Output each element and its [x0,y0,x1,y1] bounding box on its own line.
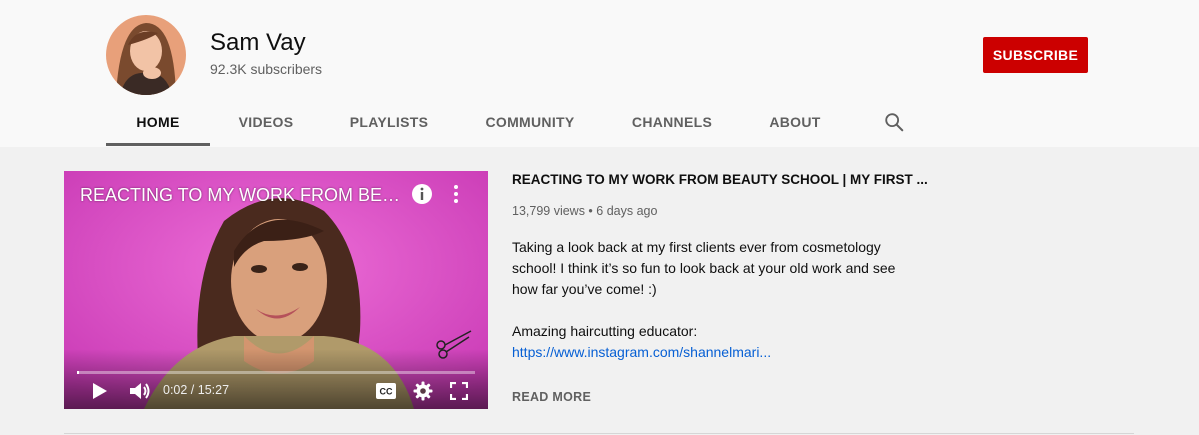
fullscreen-icon[interactable] [450,382,468,400]
read-more-button[interactable]: READ MORE [512,390,591,404]
channel-header: Sam Vay 92.3K subscribers SUBSCRIBE HOME… [0,0,1199,147]
channel-name[interactable]: Sam Vay [210,29,306,57]
play-icon[interactable] [92,382,108,400]
video-title[interactable]: REACTING TO MY WORK FROM BEAUTY SCHOOL |… [512,172,928,187]
description-line: Amazing haircutting educator: [512,323,698,339]
cc-icon[interactable]: CC [376,383,396,399]
tab-playlists[interactable]: PLAYLISTS [339,98,439,146]
subscribe-button[interactable]: SUBSCRIBE [983,37,1088,73]
more-vert-icon[interactable] [448,183,464,205]
divider [64,433,1134,434]
svg-text:CC: CC [380,387,393,397]
tab-about[interactable]: ABOUT [758,98,832,146]
avatar[interactable] [106,15,186,95]
volume-icon[interactable] [128,380,152,402]
search-icon[interactable] [883,111,905,133]
tab-channels[interactable]: CHANNELS [622,98,722,146]
progress-bar[interactable] [77,371,475,374]
subscriber-count: 92.3K subscribers [210,61,323,77]
tab-community[interactable]: COMMUNITY [470,98,590,146]
info-icon[interactable] [411,183,433,205]
gear-icon[interactable] [413,381,433,401]
video-player[interactable]: REACTING TO MY WORK FROM BEAUTY SCHOOL |… [64,171,488,409]
time-display: 0:02 / 15:27 [163,383,230,397]
progress-fill [77,371,79,374]
description-line: how far you’ve come! :) [512,281,657,297]
player-title[interactable]: REACTING TO MY WORK FROM BEAUTY SCHOOL |… [80,185,410,206]
description-link[interactable]: https://www.instagram.com/shannelmari... [512,344,771,360]
description-line: Taking a look back at my first clients e… [512,239,881,255]
tab-videos[interactable]: VIDEOS [226,98,306,146]
active-tab-indicator [106,143,210,146]
tab-home[interactable]: HOME [106,98,210,146]
description-line: school! I think it’s so fun to look back… [512,260,896,276]
video-meta: 13,799 views • 6 days ago [512,204,658,218]
